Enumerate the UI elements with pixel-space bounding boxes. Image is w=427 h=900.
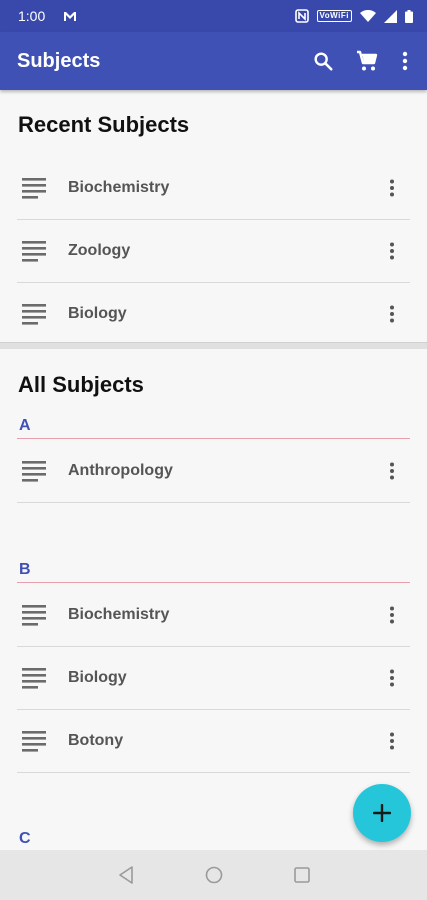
recents-button[interactable] bbox=[290, 863, 314, 887]
subject-list-icon bbox=[22, 239, 48, 263]
subject-label: Botony bbox=[68, 732, 124, 749]
row-menu-button[interactable] bbox=[380, 658, 404, 698]
more-vert-icon bbox=[390, 305, 394, 323]
section-header-c: C bbox=[19, 830, 31, 847]
more-vert-icon bbox=[390, 732, 394, 750]
more-vert-icon bbox=[390, 462, 394, 480]
all-subjects-heading: All Subjects bbox=[18, 372, 144, 397]
subject-row[interactable]: Anthropology bbox=[17, 440, 410, 503]
recent-subjects-heading: Recent Subjects bbox=[18, 112, 190, 137]
wifi-icon bbox=[360, 9, 376, 23]
more-vert-icon bbox=[390, 606, 394, 624]
recent-subject-row[interactable]: Zoology bbox=[17, 220, 410, 283]
subject-list-icon bbox=[22, 459, 48, 483]
row-menu-button[interactable] bbox=[380, 721, 404, 761]
cart-button[interactable] bbox=[345, 39, 389, 83]
subject-list[interactable]: Recent Subjects Biochemistry Zoology Bio… bbox=[0, 90, 427, 850]
home-button[interactable] bbox=[202, 863, 226, 887]
subject-label: Biochemistry bbox=[68, 179, 170, 196]
more-vert-icon bbox=[390, 669, 394, 687]
search-button[interactable] bbox=[301, 39, 345, 83]
clock: 1:00 bbox=[18, 8, 46, 24]
subject-row[interactable]: Botony bbox=[17, 710, 410, 773]
recents-square-icon bbox=[293, 867, 310, 883]
recent-subject-row[interactable]: Biochemistry bbox=[17, 157, 410, 220]
subject-label: Zoology bbox=[68, 242, 131, 259]
subject-list-icon bbox=[22, 176, 48, 200]
row-menu-button[interactable] bbox=[380, 231, 404, 271]
subject-label: Biology bbox=[68, 305, 127, 322]
section-header-a: A bbox=[17, 417, 410, 439]
subject-row[interactable]: Biology bbox=[17, 647, 410, 710]
more-vert-icon bbox=[402, 51, 408, 71]
row-menu-button[interactable] bbox=[380, 294, 404, 334]
more-vert-icon bbox=[390, 179, 394, 197]
subject-row[interactable]: Biochemistry bbox=[17, 584, 410, 647]
subject-list-icon bbox=[22, 729, 48, 753]
section-header-b: B bbox=[17, 561, 410, 583]
add-subject-button[interactable] bbox=[353, 784, 411, 842]
signal-icon bbox=[384, 9, 397, 23]
back-triangle-icon bbox=[118, 866, 133, 884]
subject-list-icon bbox=[22, 603, 48, 627]
more-vert-icon bbox=[390, 242, 394, 260]
status-bar: 1:00 VoWiFi bbox=[0, 0, 427, 32]
row-menu-button[interactable] bbox=[380, 595, 404, 635]
row-menu-button[interactable] bbox=[380, 451, 404, 491]
search-icon bbox=[314, 52, 333, 71]
subject-list-icon bbox=[22, 666, 48, 690]
back-button[interactable] bbox=[114, 863, 138, 887]
page-title: Subjects bbox=[17, 49, 101, 72]
gmail-icon bbox=[63, 11, 77, 22]
cart-icon bbox=[357, 50, 378, 71]
row-menu-button[interactable] bbox=[380, 168, 404, 208]
vowifi-icon: VoWiFi bbox=[316, 10, 352, 22]
battery-icon bbox=[405, 9, 413, 23]
nfc-icon bbox=[294, 9, 309, 23]
overflow-menu-button[interactable] bbox=[393, 39, 417, 83]
subject-label: Biochemistry bbox=[68, 606, 170, 623]
subject-list-icon bbox=[22, 302, 48, 326]
section-divider bbox=[0, 342, 427, 349]
system-nav-bar bbox=[0, 850, 427, 900]
plus-icon bbox=[373, 804, 391, 822]
recent-subject-row[interactable]: Biology bbox=[17, 283, 410, 346]
home-circle-icon bbox=[205, 866, 222, 884]
subject-label: Biology bbox=[68, 669, 127, 686]
app-bar: Subjects bbox=[0, 32, 427, 90]
subject-label: Anthropology bbox=[68, 462, 173, 479]
